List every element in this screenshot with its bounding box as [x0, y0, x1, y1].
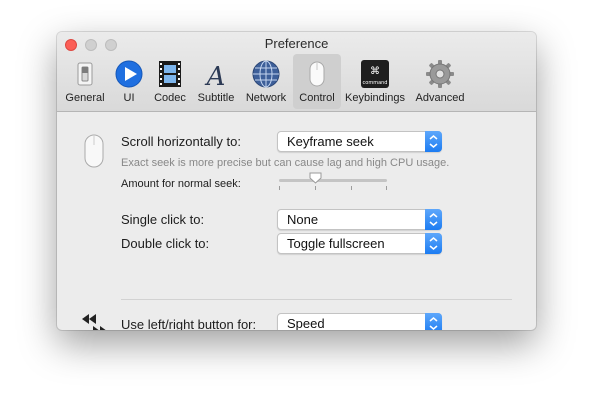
rewind-fast-forward-icon — [82, 314, 106, 330]
mouse-icon — [84, 134, 104, 168]
slider-tick — [279, 186, 280, 190]
tab-control[interactable]: Control — [293, 54, 341, 109]
scroll-select[interactable]: Keyframe seek — [277, 131, 442, 152]
tab-ui[interactable]: UI — [113, 54, 145, 109]
svg-text:⌘: ⌘ — [370, 66, 380, 77]
single-click-label: Single click to: — [121, 212, 205, 227]
double-click-select[interactable]: Toggle fullscreen — [277, 233, 442, 254]
tab-advanced[interactable]: Advanced — [411, 54, 469, 109]
tab-keybindings[interactable]: ⌘ command Keybindings — [343, 54, 407, 109]
switch-icon — [77, 62, 93, 86]
slider-tick — [315, 186, 316, 190]
chevron-updown-icon — [425, 233, 442, 254]
tab-control-label: Control — [299, 92, 335, 104]
tab-network[interactable]: Network — [241, 54, 291, 109]
tab-advanced-label: Advanced — [415, 92, 465, 104]
tab-subtitle[interactable]: A Subtitle — [193, 54, 239, 109]
slider-tick — [351, 186, 352, 190]
control-pane: Scroll horizontally to: Keyframe seek Ex… — [57, 112, 536, 330]
command-key-icon: ⌘ command — [361, 60, 389, 88]
svg-text:A: A — [205, 62, 226, 89]
single-click-select-value: None — [287, 212, 319, 227]
button-select[interactable]: Speed — [277, 313, 442, 330]
double-click-label: Double click to: — [121, 236, 210, 251]
mouse-icon — [309, 61, 325, 87]
command-key-text: command — [363, 80, 388, 86]
scroll-label: Scroll horizontally to: — [121, 134, 241, 149]
chevron-updown-icon — [425, 209, 442, 230]
seek-amount-slider-thumb[interactable] — [309, 172, 322, 184]
tab-ui-label: UI — [123, 92, 135, 104]
tab-subtitle-label: Subtitle — [197, 92, 235, 104]
scroll-select-value: Keyframe seek — [287, 134, 374, 149]
divider — [121, 299, 512, 300]
title-bar: Preference General UI Codec A Subtitle N… — [57, 32, 536, 112]
film-icon — [159, 61, 181, 87]
globe-icon — [252, 60, 280, 88]
button-select-value: Speed — [287, 316, 325, 330]
chevron-updown-icon — [425, 313, 442, 330]
tab-keybindings-label: Keybindings — [345, 92, 405, 104]
slider-tick — [386, 186, 387, 190]
scroll-hint: Exact seek is more precise but can cause… — [121, 157, 450, 169]
double-click-select-value: Toggle fullscreen — [287, 236, 385, 251]
gear-icon — [426, 60, 454, 88]
preference-window: Preference General UI Codec A Subtitle N… — [57, 32, 536, 330]
tab-network-label: Network — [245, 92, 287, 104]
tab-codec-label: Codec — [154, 92, 186, 104]
tab-general-label: General — [65, 92, 105, 104]
single-click-select[interactable]: None — [277, 209, 442, 230]
button-label: Use left/right button for: — [121, 317, 257, 330]
window-title: Preference — [264, 36, 329, 51]
letter-a-icon: A — [205, 62, 226, 89]
seek-amount-slider-track[interactable] — [279, 179, 387, 182]
play-icon — [115, 60, 143, 88]
amount-label: Amount for normal seek: — [121, 178, 241, 190]
tab-general[interactable]: General — [61, 54, 109, 109]
chevron-updown-icon — [425, 131, 442, 152]
tab-codec[interactable]: Codec — [149, 54, 191, 109]
